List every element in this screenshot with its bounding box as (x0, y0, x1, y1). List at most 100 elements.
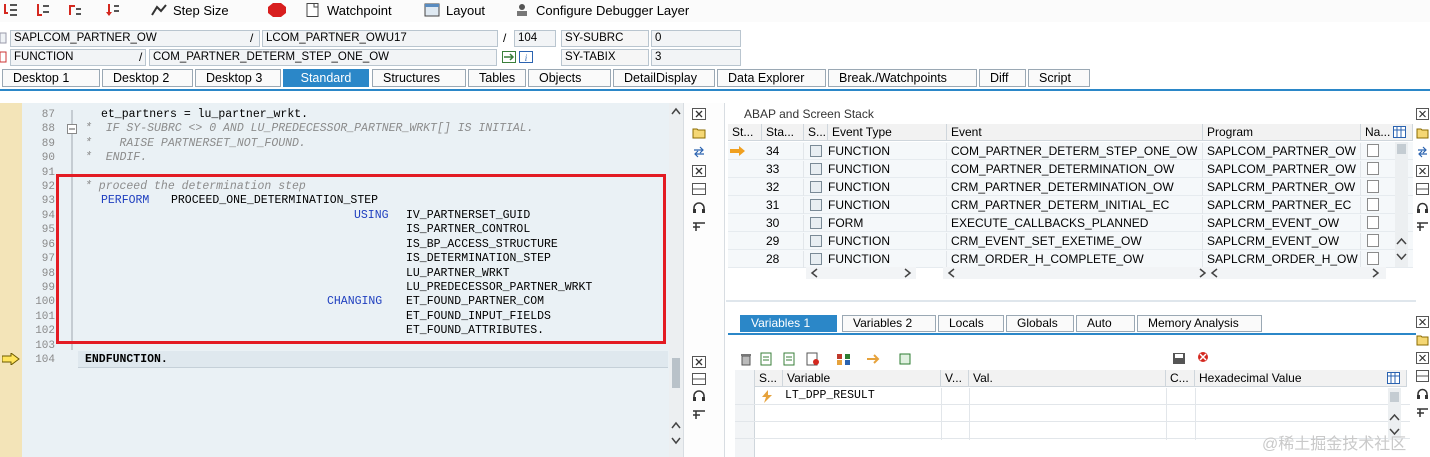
scroll-left-icon[interactable] (1210, 268, 1218, 278)
close-panel-icon[interactable] (1416, 165, 1429, 177)
tab-tables[interactable]: Tables (468, 69, 526, 87)
step-into-icon[interactable] (4, 3, 18, 17)
tab-data-explorer[interactable]: Data Explorer (717, 69, 826, 87)
col-header-event[interactable]: Event (947, 124, 1203, 141)
tab-auto[interactable]: Auto (1076, 315, 1135, 332)
tab-locals[interactable]: Locals (938, 315, 1004, 332)
delete-all-icon[interactable] (1195, 350, 1211, 364)
scroll-right-icon[interactable] (904, 268, 912, 278)
table-settings-icon[interactable] (1387, 372, 1400, 384)
scroll-thumb[interactable] (1397, 144, 1406, 154)
col-header-s[interactable]: S... (755, 370, 783, 387)
panel-splitter[interactable] (726, 300, 1416, 302)
scroll-right-icon[interactable] (1372, 268, 1380, 278)
scroll-thumb[interactable] (1390, 392, 1399, 402)
table-settings-icon[interactable] (1393, 126, 1406, 138)
split-horizontal-icon[interactable] (692, 373, 706, 385)
swap-icon[interactable] (1416, 146, 1429, 158)
event-type-field[interactable]: FUNCTION (10, 49, 146, 66)
append-row-icon[interactable] (783, 352, 797, 366)
swap-icon[interactable] (692, 146, 706, 158)
tab-desktop-1[interactable]: Desktop 1 (2, 69, 100, 87)
insert-row-icon[interactable] (760, 352, 774, 366)
tab-desktop-2[interactable]: Desktop 2 (102, 69, 193, 87)
scroll-thumb[interactable] (672, 358, 680, 388)
configure-layer-button[interactable]: Configure Debugger Layer (514, 1, 689, 19)
source-document-icon[interactable] (1367, 198, 1379, 211)
tab-objects[interactable]: Objects (528, 69, 611, 87)
tab-break-watchpoints[interactable]: Break./Watchpoints (828, 69, 977, 87)
info-icon[interactable]: i (519, 51, 533, 63)
col-header-value[interactable]: Val. (969, 370, 1166, 387)
tab-globals[interactable]: Globals (1006, 315, 1074, 332)
delete-row-icon[interactable] (806, 352, 820, 366)
stack-scrollbar[interactable] (1395, 142, 1408, 267)
source-document-icon[interactable] (1367, 144, 1379, 157)
tab-standard[interactable]: Standard (283, 69, 369, 87)
folder-icon[interactable] (1416, 127, 1429, 139)
tab-variables-1[interactable]: Variables 1 (740, 315, 837, 332)
col-header-v[interactable]: V... (941, 370, 969, 387)
tools-icon[interactable] (1416, 220, 1429, 232)
stop-icon[interactable] (268, 3, 286, 17)
sy-subrc-value[interactable]: 0 (651, 30, 741, 47)
folder-icon[interactable] (1416, 334, 1429, 346)
include-field[interactable]: LCOM_PARTNER_OWU17 (262, 30, 498, 47)
headset-icon[interactable] (1416, 202, 1429, 214)
source-document-icon[interactable] (1367, 180, 1379, 193)
close-panel-icon[interactable] (692, 165, 706, 177)
tab-memory-analysis[interactable]: Memory Analysis (1137, 315, 1262, 332)
scroll-up-icon[interactable] (671, 421, 681, 429)
scroll-down-icon[interactable] (671, 437, 681, 445)
event-hscrollbar[interactable] (943, 267, 1213, 279)
scroll-up-icon[interactable] (1396, 237, 1407, 245)
line-number-field[interactable]: 104 (514, 30, 556, 47)
tools-icon[interactable] (692, 220, 706, 232)
transfer-icon[interactable] (898, 352, 914, 366)
tools-icon[interactable] (1416, 406, 1429, 418)
source-document-icon[interactable] (1367, 234, 1379, 247)
editor-scrollbar[interactable] (669, 103, 683, 457)
col-header-st[interactable]: St... (728, 124, 762, 141)
tab-script[interactable]: Script (1028, 69, 1090, 87)
event-name-field[interactable]: COM_PARTNER_DETERM_STEP_ONE_OW (149, 49, 497, 66)
scroll-left-icon[interactable] (810, 268, 818, 278)
program-field[interactable]: SAPLCOM_PARTNER_OW (10, 30, 260, 47)
tab-structures[interactable]: Structures (372, 69, 466, 87)
variable-row[interactable] (735, 405, 1410, 422)
col-header-event-type[interactable]: Event Type (828, 124, 947, 141)
tab-detail-display[interactable]: DetailDisplay (613, 69, 715, 87)
headset-icon[interactable] (692, 202, 706, 214)
continue-icon[interactable] (106, 3, 120, 17)
split-horizontal-icon[interactable] (692, 183, 706, 195)
headset-icon[interactable] (692, 390, 706, 402)
delete-icon[interactable] (739, 352, 753, 366)
close-panel-icon[interactable] (692, 108, 706, 120)
scroll-left-icon[interactable] (947, 268, 955, 278)
breakpoint-gutter[interactable] (0, 103, 22, 457)
save-icon[interactable] (1172, 352, 1186, 365)
split-horizontal-icon[interactable] (1416, 183, 1429, 195)
step-size-button[interactable]: Step Size (151, 1, 229, 19)
col-header-variable[interactable]: Variable (783, 370, 941, 387)
close-panel-icon[interactable] (1416, 316, 1429, 328)
step-over-icon[interactable] (36, 3, 50, 17)
structure-icon[interactable] (836, 352, 852, 366)
source-document-icon[interactable] (1367, 252, 1379, 265)
scroll-down-icon[interactable] (1396, 253, 1407, 261)
col-header-program[interactable]: Program (1203, 124, 1361, 141)
source-document-icon[interactable] (1367, 216, 1379, 229)
step-return-icon[interactable] (68, 3, 82, 17)
tab-variables-2[interactable]: Variables 2 (842, 315, 936, 332)
move-icon[interactable] (866, 352, 882, 366)
stack-hscrollbar[interactable] (806, 267, 916, 279)
close-panel-icon[interactable] (692, 356, 706, 368)
close-panel-icon[interactable] (1416, 108, 1429, 120)
close-panel-icon[interactable] (1416, 352, 1429, 364)
folder-icon[interactable] (692, 127, 706, 139)
col-header-stack-level[interactable]: Sta... (762, 124, 804, 141)
scroll-up-icon[interactable] (671, 107, 681, 115)
watchpoint-button[interactable]: Watchpoint (305, 1, 392, 19)
col-header-hex-value[interactable]: Hexadecimal Value (1195, 370, 1407, 387)
sy-tabix-value[interactable]: 3 (651, 49, 741, 66)
